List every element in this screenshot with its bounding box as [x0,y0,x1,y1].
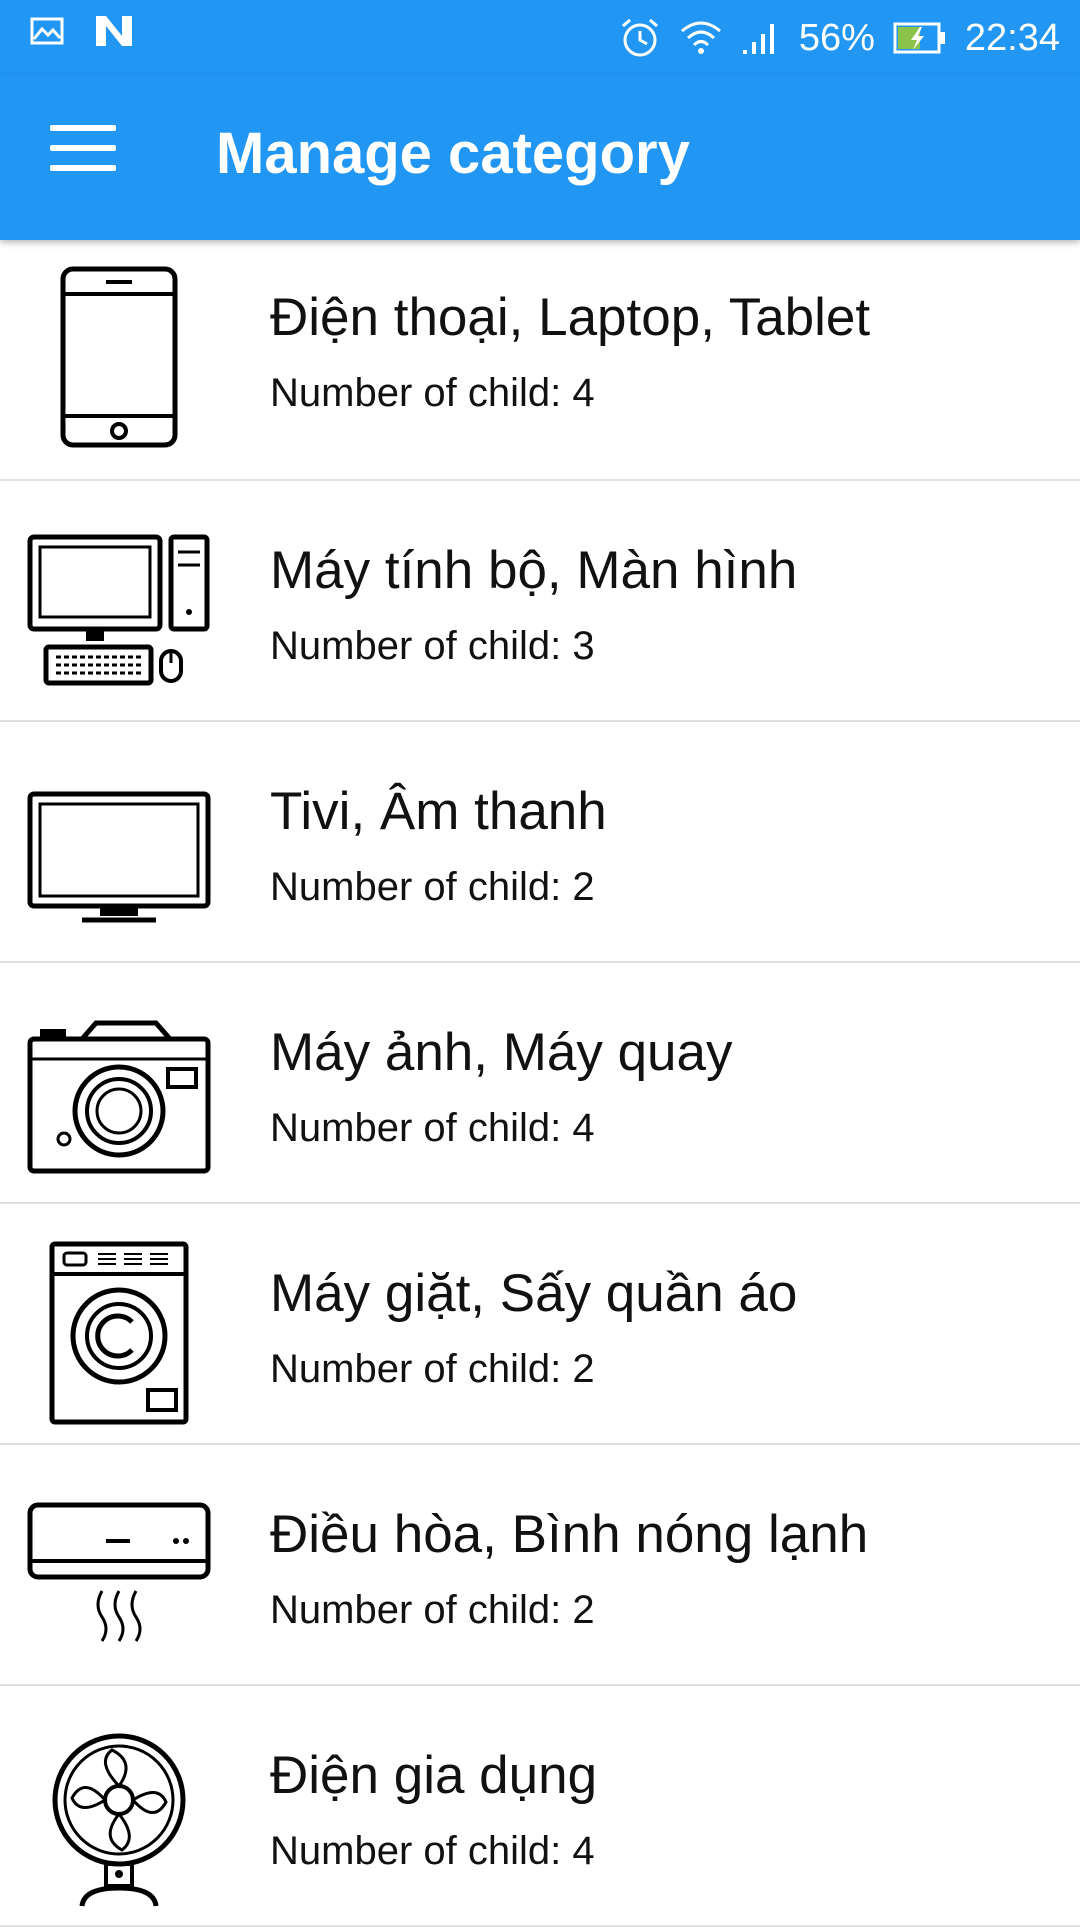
app-bar: Manage category [0,75,1080,240]
gallery-icon [30,17,64,45]
category-list: Điện thoại, Laptop, Tablet Number of chi… [0,240,1080,1927]
battery-charging-icon [893,22,945,54]
child-count: Number of child: 2 [270,865,595,909]
child-count: Number of child: 4 [270,371,595,415]
list-item-desktops[interactable]: Máy tính bộ, Màn hình Number of child: 3 [0,481,1080,722]
fan-icon [52,1733,186,1907]
child-count: Number of child: 4 [270,1829,595,1873]
list-item-cameras[interactable]: Máy ảnh, Máy quay Number of child: 4 [0,963,1080,1204]
smartphone-icon [60,266,178,448]
wifi-icon [680,21,721,54]
page-title: Manage category [216,121,690,186]
category-name: Điện gia dụng [270,1746,598,1805]
category-name: Tivi, Âm thanh [270,782,607,841]
category-name: Điện thoại, Laptop, Tablet [270,288,871,347]
list-item-home-appliances[interactable]: Điện gia dụng Number of child: 4 [0,1686,1080,1927]
desktop-computer-icon [27,534,210,686]
camera-icon [27,1020,211,1174]
child-count: Number of child: 2 [270,1588,595,1632]
child-count: Number of child: 3 [270,624,595,668]
status-bar: 56% 22:34 [0,0,1080,75]
category-name: Máy tính bộ, Màn hình [270,541,798,600]
battery-percent: 56% [798,17,875,59]
list-item-phones[interactable]: Điện thoại, Laptop, Tablet Number of chi… [0,240,1080,481]
child-count: Number of child: 4 [270,1106,595,1150]
list-item-washers[interactable]: Máy giặt, Sấy quần áo Number of child: 2 [0,1204,1080,1445]
category-name: Máy ảnh, Máy quay [270,1023,733,1082]
category-name: Máy giặt, Sấy quần áo [270,1264,798,1323]
category-name: Điều hòa, Bình nóng lạnh [270,1505,869,1564]
air-conditioner-icon [27,1502,211,1642]
n-logo-icon [96,16,132,46]
tv-icon [27,791,211,923]
list-item-tv-audio[interactable]: Tivi, Âm thanh Number of child: 2 [0,722,1080,963]
list-item-air-conditioners[interactable]: Điều hòa, Bình nóng lạnh Number of child… [0,1445,1080,1686]
washing-machine-icon [49,1241,189,1425]
clock: 22:34 [964,17,1060,59]
signal-icon [742,24,774,54]
alarm-icon [621,18,658,57]
child-count: Number of child: 2 [270,1347,595,1391]
hamburger-menu-icon[interactable] [50,125,116,185]
